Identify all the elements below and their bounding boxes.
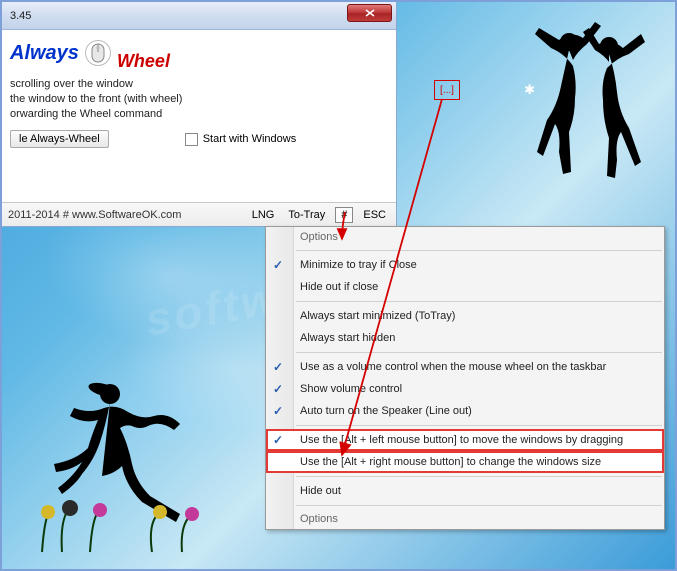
menu-start-hidden[interactable]: Always start hidden [266, 327, 664, 349]
statusbar-esc[interactable]: ESC [359, 203, 390, 226]
check-icon: ✓ [273, 258, 283, 272]
menu-item-label: Use the [Alt + left mouse button] to mov… [300, 434, 623, 446]
menu-footer-options: Options [266, 509, 664, 529]
app-window: 3.45 Always Wheel scrolling over the win… [2, 2, 397, 227]
menu-alt-right-resize[interactable]: Use the [Alt + right mouse button] to ch… [266, 451, 664, 473]
menu-hide-out-if-close[interactable]: Hide out if close [266, 276, 664, 298]
app-logo: Always Wheel [10, 40, 388, 66]
logo-text-always: Always [10, 42, 79, 65]
menu-item-label: Always start hidden [300, 332, 395, 344]
statusbar-copyright: 2011-2014 # www.SoftwareOK.com [8, 209, 181, 221]
check-icon: ✓ [273, 433, 283, 447]
menu-item-label: Always start minimized (ToTray) [300, 310, 455, 322]
menu-volume-taskbar[interactable]: ✓ Use as a volume control when the mouse… [266, 356, 664, 378]
menu-hide-out[interactable]: Hide out [266, 480, 664, 502]
menu-show-volume[interactable]: ✓ Show volume control [266, 378, 664, 400]
disable-button[interactable]: le Always-Wheel [10, 130, 109, 148]
callout-marker: [...] [434, 80, 460, 100]
menu-item-label: Minimize to tray if Close [300, 259, 417, 271]
check-icon: ✓ [273, 360, 283, 374]
menu-item-label: Use the [Alt + right mouse button] to ch… [300, 456, 601, 468]
option-bring-front: the window to the front (with wheel) [10, 93, 388, 105]
titlebar[interactable]: 3.45 [2, 2, 396, 30]
close-icon [365, 9, 375, 17]
menu-item-label: Show volume control [300, 383, 402, 395]
menu-minimize-to-tray[interactable]: ✓ Minimize to tray if Close [266, 254, 664, 276]
option-scroll-over: scrolling over the window [10, 78, 388, 90]
options-dropdown-menu: Options ✓ Minimize to tray if Close Hide… [265, 226, 665, 530]
menu-item-label: Use as a volume control when the mouse w… [300, 361, 606, 373]
mouse-icon [85, 40, 111, 66]
menu-header-options: Options [266, 227, 664, 247]
statusbar: 2011-2014 # www.SoftwareOK.com LNG To-Tr… [2, 202, 396, 226]
check-icon: ✓ [273, 404, 283, 418]
statusbar-hash-menu[interactable]: # [335, 207, 353, 223]
check-icon: ✓ [273, 382, 283, 396]
logo-text-wheel: Wheel [117, 51, 170, 72]
menu-item-label: Hide out if close [300, 281, 378, 293]
start-with-windows-label: Start with Windows [203, 133, 297, 145]
menu-alt-left-move[interactable]: ✓ Use the [Alt + left mouse button] to m… [266, 429, 664, 451]
menu-item-label: Hide out [300, 485, 341, 497]
decorative-silhouette-runner [32, 364, 212, 554]
decorative-silhouette-dancers [525, 12, 655, 182]
close-button[interactable] [347, 4, 392, 22]
statusbar-lng[interactable]: LNG [248, 203, 279, 226]
menu-start-minimized[interactable]: Always start minimized (ToTray) [266, 305, 664, 327]
menu-item-label: Auto turn on the Speaker (Line out) [300, 405, 472, 417]
window-title: 3.45 [10, 10, 31, 22]
start-with-windows-checkbox[interactable]: Start with Windows [185, 133, 297, 146]
checkbox-icon [185, 133, 198, 146]
menu-auto-speaker[interactable]: ✓ Auto turn on the Speaker (Line out) [266, 400, 664, 422]
statusbar-totray[interactable]: To-Tray [284, 203, 329, 226]
option-forward-wheel: orwarding the Wheel command [10, 108, 388, 120]
